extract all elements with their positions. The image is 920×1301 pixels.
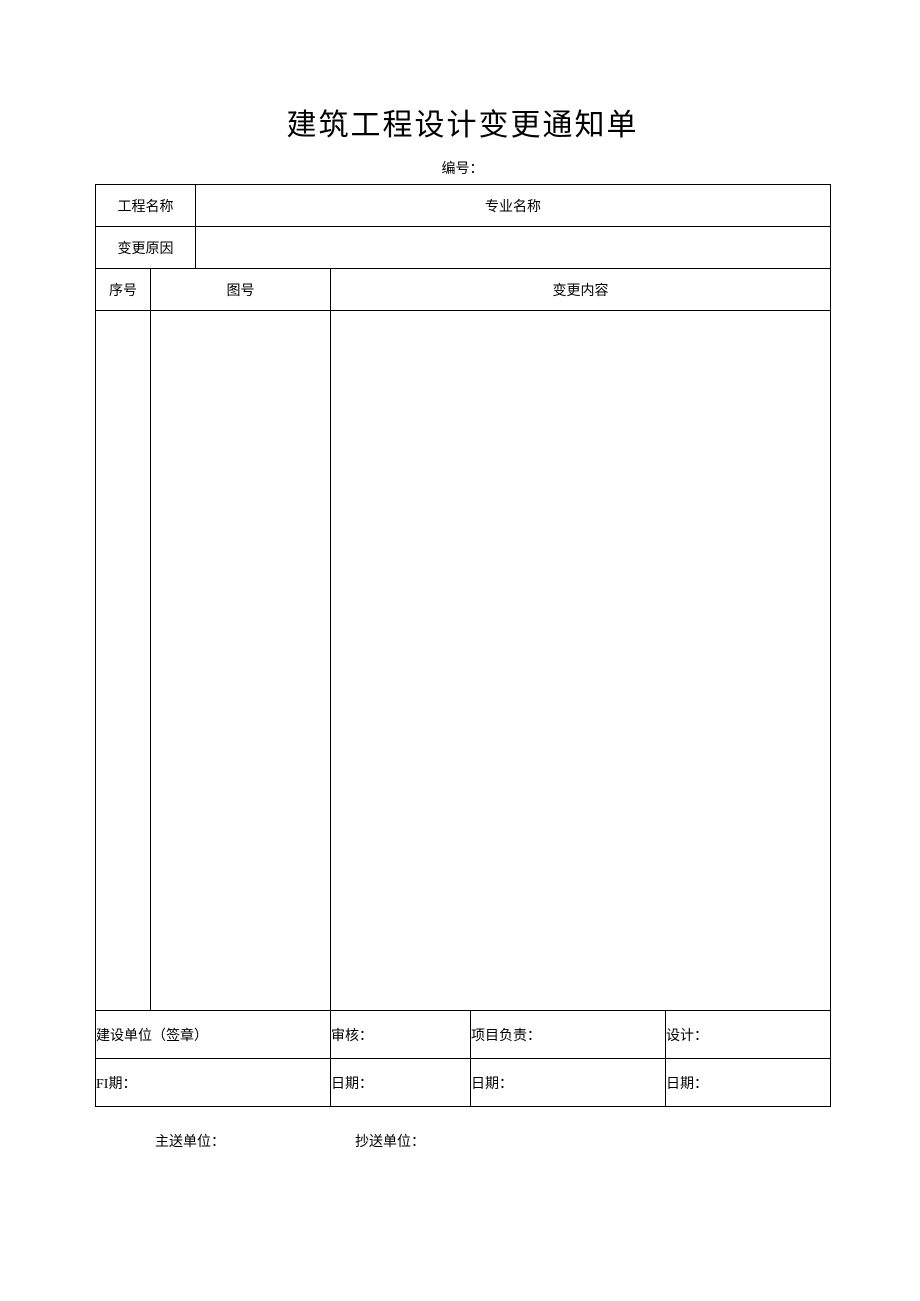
construction-unit-label: 建设单位（签章） bbox=[96, 1011, 331, 1059]
review-label: 审核： bbox=[331, 1011, 471, 1059]
document-title: 建筑工程设计变更通知单 bbox=[95, 100, 830, 144]
project-name-label: 工程名称 bbox=[96, 185, 196, 227]
serial-number-label: 编号： bbox=[95, 158, 830, 178]
footer: 主送单位： 抄送单位： bbox=[95, 1131, 830, 1151]
seq-cell bbox=[96, 311, 151, 1011]
date1-label: FI期： bbox=[96, 1059, 331, 1107]
spec-name-label: 专业名称 bbox=[196, 185, 831, 227]
date2-label: 日期： bbox=[331, 1059, 471, 1107]
date4-label: 日期： bbox=[666, 1059, 831, 1107]
cc-send-label: 抄送单位： bbox=[355, 1131, 425, 1151]
main-send-label: 主送单位： bbox=[155, 1131, 225, 1151]
change-reason-value bbox=[196, 227, 831, 269]
change-content-header: 变更内容 bbox=[331, 269, 831, 311]
form-table: 工程名称 专业名称 变更原因 序号 图号 变更内容 建设单位（签章） 审核： 项… bbox=[95, 184, 831, 1107]
change-reason-label: 变更原因 bbox=[96, 227, 196, 269]
drawing-no-cell bbox=[151, 311, 331, 1011]
design-label: 设计： bbox=[666, 1011, 831, 1059]
seq-header: 序号 bbox=[96, 269, 151, 311]
date3-label: 日期： bbox=[471, 1059, 666, 1107]
change-content-cell bbox=[331, 311, 831, 1011]
project-lead-label: 项目负责： bbox=[471, 1011, 666, 1059]
drawing-no-header: 图号 bbox=[151, 269, 331, 311]
